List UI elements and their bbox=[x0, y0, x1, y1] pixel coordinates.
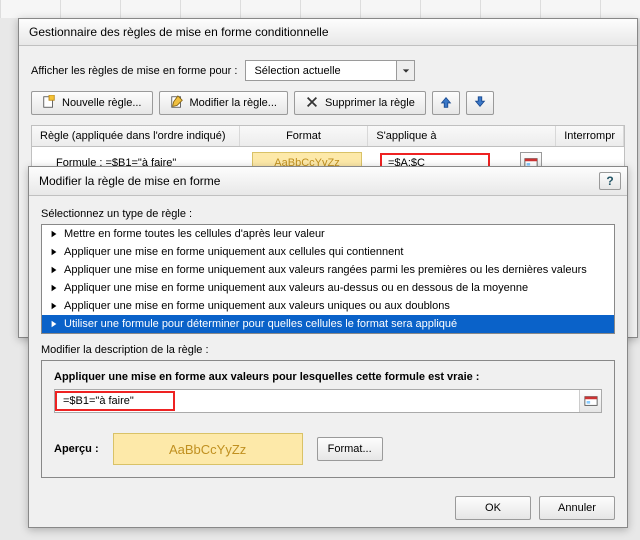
edit-titlebar: Modifier la règle de mise en forme ? bbox=[29, 167, 627, 196]
edit-title: Modifier la règle de mise en forme bbox=[39, 174, 220, 188]
spreadsheet-background bbox=[0, 0, 640, 18]
formula-input[interactable] bbox=[55, 391, 175, 411]
rule-type-item[interactable]: Appliquer une mise en forme uniquement a… bbox=[42, 243, 614, 261]
format-preview-large: AaBbCcYyZz bbox=[113, 433, 303, 465]
rule-type-label: Appliquer une mise en forme uniquement a… bbox=[64, 264, 587, 276]
show-rules-label: Afficher les règles de mise en forme pou… bbox=[31, 65, 237, 77]
format-button-label: Format... bbox=[328, 443, 372, 455]
manager-titlebar: Gestionnaire des règles de mise en forme… bbox=[19, 19, 637, 46]
delete-icon bbox=[305, 95, 319, 112]
select-type-label: Sélectionnez un type de règle : bbox=[41, 208, 615, 220]
new-rule-icon bbox=[42, 95, 56, 112]
edit-rule-dialog: Modifier la règle de mise en forme ? Sél… bbox=[28, 166, 628, 528]
scope-dropdown[interactable]: Sélection actuelle bbox=[245, 60, 415, 81]
rule-type-label: Appliquer une mise en forme uniquement a… bbox=[64, 282, 528, 294]
ok-button[interactable]: OK bbox=[455, 496, 531, 520]
rule-description-box: Appliquer une mise en forme aux valeurs … bbox=[41, 360, 615, 478]
new-rule-button[interactable]: Nouvelle règle... bbox=[31, 91, 153, 115]
rule-type-item[interactable]: Mettre en forme toutes les cellules d'ap… bbox=[42, 225, 614, 243]
rule-type-label: Appliquer une mise en forme uniquement a… bbox=[64, 300, 450, 312]
cancel-button[interactable]: Annuler bbox=[539, 496, 615, 520]
edit-rule-button[interactable]: Modifier la règle... bbox=[159, 91, 288, 115]
rule-type-label: Appliquer une mise en forme uniquement a… bbox=[64, 246, 403, 258]
range-selector-button[interactable] bbox=[579, 390, 601, 412]
edit-rule-label: Modifier la règle... bbox=[190, 97, 277, 109]
rule-type-item[interactable]: Appliquer une mise en forme uniquement a… bbox=[42, 261, 614, 279]
scope-value: Sélection actuelle bbox=[246, 63, 396, 79]
move-up-button[interactable] bbox=[432, 91, 460, 115]
rules-grid-header: Règle (appliquée dans l'ordre indiqué) F… bbox=[31, 125, 625, 147]
new-rule-label: Nouvelle règle... bbox=[62, 97, 142, 109]
rule-type-item-selected[interactable]: Utiliser une formule pour déterminer pou… bbox=[42, 315, 614, 333]
rule-type-list: Mettre en forme toutes les cellules d'ap… bbox=[41, 224, 615, 334]
arrow-up-icon bbox=[439, 95, 453, 112]
chevron-down-icon[interactable] bbox=[396, 61, 414, 80]
rule-type-label: Mettre en forme toutes les cellules d'ap… bbox=[64, 228, 325, 240]
edit-rule-icon bbox=[170, 95, 184, 112]
col-stop-header: Interrompr bbox=[556, 126, 624, 146]
help-button[interactable]: ? bbox=[599, 172, 621, 190]
dialog-buttons: OK Annuler bbox=[29, 486, 627, 522]
move-down-button[interactable] bbox=[466, 91, 494, 115]
desc-label: Modifier la description de la règle : bbox=[41, 344, 615, 356]
manager-toolbar: Nouvelle règle... Modifier la règle... S… bbox=[31, 91, 625, 115]
cancel-label: Annuler bbox=[558, 502, 596, 514]
delete-rule-button[interactable]: Supprimer la règle bbox=[294, 91, 426, 115]
help-icon: ? bbox=[606, 174, 613, 188]
manager-title: Gestionnaire des règles de mise en forme… bbox=[29, 25, 329, 39]
rule-type-label: Utiliser une formule pour déterminer pou… bbox=[64, 318, 457, 330]
formula-heading: Appliquer une mise en forme aux valeurs … bbox=[54, 371, 602, 383]
ok-label: OK bbox=[485, 502, 501, 514]
col-format-header: Format bbox=[240, 126, 369, 146]
rule-type-item[interactable]: Appliquer une mise en forme uniquement a… bbox=[42, 279, 614, 297]
col-rule-header: Règle (appliquée dans l'ordre indiqué) bbox=[32, 126, 240, 146]
rule-type-item[interactable]: Appliquer une mise en forme uniquement a… bbox=[42, 297, 614, 315]
arrow-down-icon bbox=[473, 95, 487, 112]
preview-label: Aperçu : bbox=[54, 443, 99, 455]
col-applies-header: S'applique à bbox=[368, 126, 556, 146]
format-button[interactable]: Format... bbox=[317, 437, 383, 461]
delete-rule-label: Supprimer la règle bbox=[325, 97, 415, 109]
